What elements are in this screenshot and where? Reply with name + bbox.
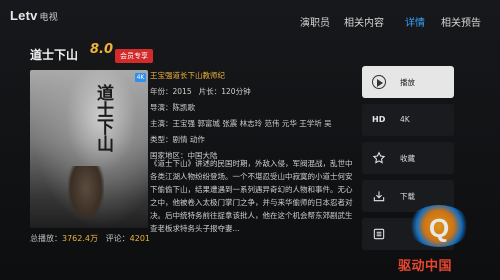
- watermark-logo: Q: [408, 205, 470, 247]
- favorite-button[interactable]: 收藏: [362, 142, 454, 174]
- plays-count: 3762.4万: [62, 234, 98, 243]
- tab-related-trailers[interactable]: 相关预告: [441, 14, 481, 29]
- tv-detail-screen: Letv 电视 演职员 相关内容 详情 相关预告 道士下山 8.0 会员专享 道士…: [0, 0, 500, 280]
- movie-meta: 年份：2015 片长：120分钟 导演：陈凯歌 主演：王宝强 郭富城 张震 林志…: [150, 84, 355, 164]
- comments-count: 4201: [129, 234, 150, 243]
- download-icon: [372, 189, 386, 203]
- year-label: 年份：: [150, 87, 173, 96]
- letv-logo: Letv 电视: [10, 8, 58, 23]
- logo-text: Letv: [10, 8, 38, 23]
- movie-description: 《道士下山》讲述的民国时期，外敌入侵，军阀混战，乱世中各类江湖人物纷纷登场。一个…: [150, 159, 353, 233]
- quality-4k-button[interactable]: HD 4K: [362, 104, 454, 136]
- star-icon: [372, 151, 386, 165]
- tab-details[interactable]: 详情: [405, 14, 425, 29]
- watermark-text: 驱动中国: [398, 258, 453, 273]
- cast-label: 主演：: [150, 119, 173, 128]
- meta-cast: 主演：王宝强 郭富城 张震 林志玲 范伟 元华 王学圻 吴: [150, 116, 355, 132]
- watermark-q-glyph: Q: [429, 213, 450, 243]
- play-stats: 总播放：3762.4万 评论：4201: [30, 233, 150, 244]
- movie-title: 道士下山: [30, 48, 79, 62]
- tab-related-content[interactable]: 相关内容: [344, 14, 384, 29]
- hd-icon: HD: [372, 115, 386, 124]
- movie-poster[interactable]: 道士下山 4K: [30, 70, 148, 228]
- logo-subtext: 电视: [39, 12, 58, 22]
- movie-rating: 8.0: [90, 42, 114, 57]
- favorite-button-label: 收藏: [400, 154, 415, 163]
- cast-value: 王宝强 郭富城 张震 林志玲 范伟 元华 王学圻 吴: [172, 119, 332, 128]
- tab-cast[interactable]: 演职员: [300, 14, 330, 29]
- meta-director: 导演：陈凯歌: [150, 100, 355, 116]
- meta-genre: 类型：剧情 动作: [150, 132, 355, 148]
- play-button-label: 播放: [400, 78, 415, 87]
- download-button-label: 下载: [400, 192, 415, 201]
- year-value: 2015: [172, 87, 192, 96]
- more-icon: [372, 227, 386, 241]
- comments-label: 评论：: [105, 234, 130, 243]
- quality-button-label: 4K: [400, 115, 410, 124]
- genre-label: 类型：: [150, 135, 173, 144]
- genre-value: 剧情 动作: [172, 135, 205, 144]
- poster-figure: [68, 166, 104, 220]
- duration-value: 120分钟: [221, 87, 251, 96]
- member-badge: 会员专享: [115, 49, 153, 63]
- plays-label: 总播放：: [30, 234, 62, 243]
- meta-year-duration: 年份：2015 片长：120分钟: [150, 84, 355, 100]
- director-value: 陈凯歌: [172, 103, 196, 112]
- play-icon: [372, 75, 386, 89]
- highlight-text: 王宝强道长下山教师纪: [150, 71, 225, 80]
- play-button[interactable]: 播放: [362, 66, 454, 98]
- poster-4k-badge: 4K: [135, 73, 146, 82]
- poster-title: 道士下山: [93, 84, 113, 152]
- director-label: 导演：: [150, 103, 173, 112]
- duration-label: 片长：: [198, 87, 222, 96]
